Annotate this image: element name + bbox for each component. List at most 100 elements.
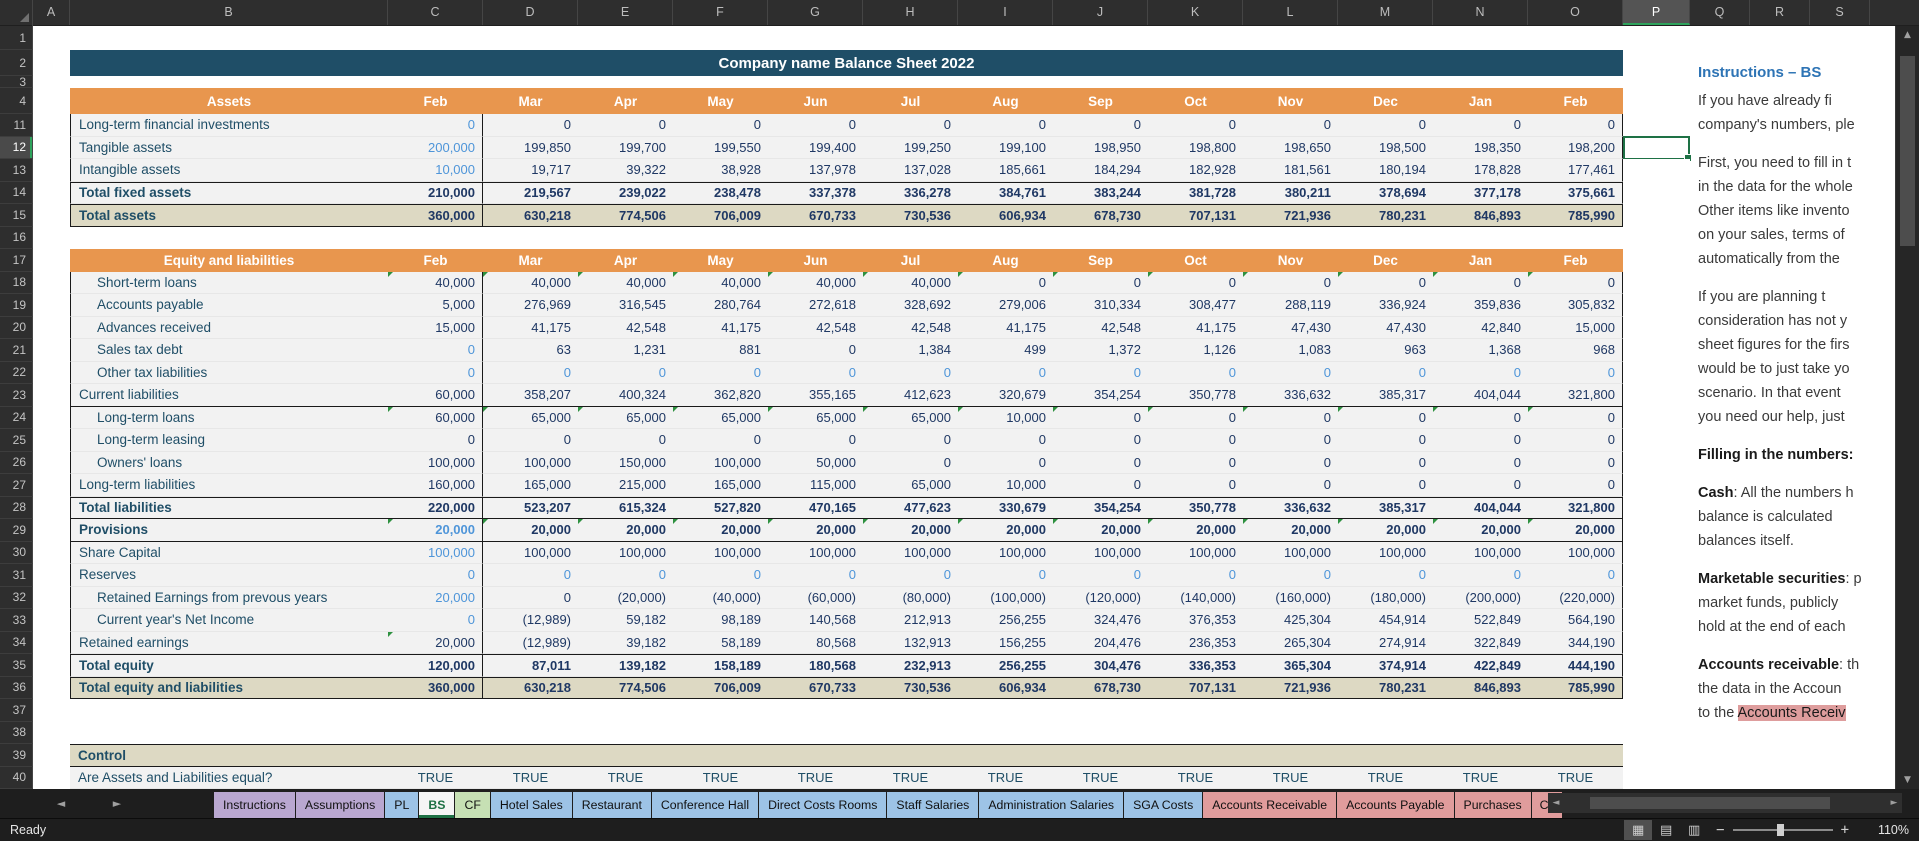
- cell[interactable]: 20,000: [388, 587, 483, 610]
- cell[interactable]: 0: [1433, 474, 1528, 497]
- cell[interactable]: 0: [1053, 564, 1148, 587]
- cell[interactable]: [1623, 564, 1690, 587]
- cell[interactable]: (100,000): [958, 587, 1053, 610]
- cell[interactable]: 721,936: [1243, 204, 1338, 227]
- row-header-37[interactable]: 37: [0, 699, 33, 722]
- zoom-out-button[interactable]: −: [1716, 822, 1724, 838]
- row-label[interactable]: Long-term loans: [70, 407, 388, 430]
- cell[interactable]: 20,000: [863, 519, 958, 542]
- cell[interactable]: 385,317: [1338, 384, 1433, 407]
- cell[interactable]: 0: [958, 452, 1053, 475]
- cell[interactable]: 0: [1433, 452, 1528, 475]
- cell[interactable]: 198,800: [1148, 137, 1243, 160]
- cell[interactable]: 0: [388, 362, 483, 385]
- cell[interactable]: 360,000: [388, 204, 483, 227]
- tab-nav-right-icon[interactable]: ►: [106, 789, 128, 818]
- cell[interactable]: 0: [1433, 429, 1528, 452]
- cell[interactable]: [33, 542, 70, 565]
- row-label[interactable]: Total liabilities: [70, 497, 388, 520]
- cell[interactable]: TRUE: [578, 767, 673, 790]
- cell[interactable]: (140,000): [1148, 587, 1243, 610]
- cell[interactable]: 336,924: [1338, 294, 1433, 317]
- cell[interactable]: [1623, 88, 1690, 114]
- cell[interactable]: 0: [1148, 114, 1243, 137]
- cell[interactable]: 5,000: [388, 294, 483, 317]
- cell[interactable]: 730,536: [863, 204, 958, 227]
- cell[interactable]: (200,000): [1433, 587, 1528, 610]
- cell[interactable]: 336,278: [863, 182, 958, 205]
- cell[interactable]: 400,324: [578, 384, 673, 407]
- row-header-27[interactable]: 27: [0, 474, 33, 497]
- zoom-level-label[interactable]: 110%: [1867, 823, 1909, 837]
- cell[interactable]: 350,778: [1148, 384, 1243, 407]
- column-header-E[interactable]: E: [578, 0, 673, 25]
- cell[interactable]: [1623, 362, 1690, 385]
- cell[interactable]: 321,800: [1528, 384, 1623, 407]
- cell[interactable]: [33, 767, 70, 790]
- row-label[interactable]: Retained earnings: [70, 632, 388, 655]
- column-header-S[interactable]: S: [1810, 0, 1870, 25]
- scroll-down-icon[interactable]: ▼: [1896, 771, 1919, 789]
- cell[interactable]: 200,000: [388, 137, 483, 160]
- cell[interactable]: 316,545: [578, 294, 673, 317]
- cell[interactable]: (120,000): [1053, 587, 1148, 610]
- cell[interactable]: [33, 407, 70, 430]
- row-label[interactable]: Long-term financial investments: [70, 114, 388, 137]
- cell[interactable]: 20,000: [1528, 519, 1623, 542]
- cell[interactable]: 477,623: [863, 497, 958, 520]
- cell[interactable]: (12,989): [483, 609, 578, 632]
- cell[interactable]: 0: [958, 362, 1053, 385]
- cell[interactable]: 100,000: [483, 542, 578, 565]
- cell[interactable]: 0: [863, 429, 958, 452]
- cell[interactable]: 50,000: [768, 452, 863, 475]
- cell[interactable]: 20,000: [388, 519, 483, 542]
- cell[interactable]: 0: [673, 564, 768, 587]
- sheet-tab-assumptions[interactable]: Assumptions: [296, 792, 384, 818]
- cell[interactable]: 42,548: [863, 317, 958, 340]
- cell[interactable]: 785,990: [1528, 677, 1623, 700]
- cell[interactable]: 0: [1433, 564, 1528, 587]
- cell[interactable]: 308,477: [1148, 294, 1243, 317]
- cell[interactable]: 365,304: [1243, 654, 1338, 677]
- cell[interactable]: 42,548: [1053, 317, 1148, 340]
- cell[interactable]: 0: [1433, 114, 1528, 137]
- cell[interactable]: [1623, 339, 1690, 362]
- cell[interactable]: 178,828: [1433, 159, 1528, 182]
- row-label[interactable]: Total fixed assets: [70, 182, 388, 205]
- cell[interactable]: 20,000: [768, 519, 863, 542]
- row-label[interactable]: Provisions: [70, 519, 388, 542]
- cell[interactable]: [1623, 407, 1690, 430]
- row-header-24[interactable]: 24: [0, 407, 33, 430]
- cell[interactable]: 198,200: [1528, 137, 1623, 160]
- cell[interactable]: 678,730: [1053, 204, 1148, 227]
- cell[interactable]: 470,165: [768, 497, 863, 520]
- zoom-in-button[interactable]: +: [1841, 822, 1849, 838]
- cell[interactable]: 707,131: [1148, 677, 1243, 700]
- cell[interactable]: 968: [1528, 339, 1623, 362]
- row-label[interactable]: Retained Earnings from prevous years: [70, 587, 388, 610]
- cell[interactable]: 238,478: [673, 182, 768, 205]
- cell[interactable]: 670,733: [768, 677, 863, 700]
- cell[interactable]: [1623, 182, 1690, 205]
- cell[interactable]: 100,000: [673, 452, 768, 475]
- sheet-tab-accounts-receivable[interactable]: Accounts Receivable: [1203, 792, 1336, 818]
- cell[interactable]: 320,679: [958, 384, 1053, 407]
- cell[interactable]: 362,820: [673, 384, 768, 407]
- row-label[interactable]: Share Capital: [70, 542, 388, 565]
- row-header-26[interactable]: 26: [0, 452, 33, 475]
- cell[interactable]: 236,353: [1148, 632, 1243, 655]
- cell[interactable]: [33, 452, 70, 475]
- row-header-12[interactable]: 12: [0, 137, 33, 160]
- row-label[interactable]: Sales tax debt: [70, 339, 388, 362]
- cell[interactable]: 0: [578, 429, 673, 452]
- row-label[interactable]: Total equity: [70, 654, 388, 677]
- column-header-L[interactable]: L: [1243, 0, 1338, 25]
- cell[interactable]: 0: [1053, 272, 1148, 295]
- cell[interactable]: 232,913: [863, 654, 958, 677]
- horizontal-scroll-thumb[interactable]: [1590, 797, 1830, 809]
- sheet-tab-purchases[interactable]: Purchases: [1455, 792, 1531, 818]
- cell[interactable]: 0: [1243, 452, 1338, 475]
- sheet-tab-direct-costs-rooms[interactable]: Direct Costs Rooms: [759, 792, 886, 818]
- zoom-slider[interactable]: [1733, 829, 1833, 831]
- cell[interactable]: 38,928: [673, 159, 768, 182]
